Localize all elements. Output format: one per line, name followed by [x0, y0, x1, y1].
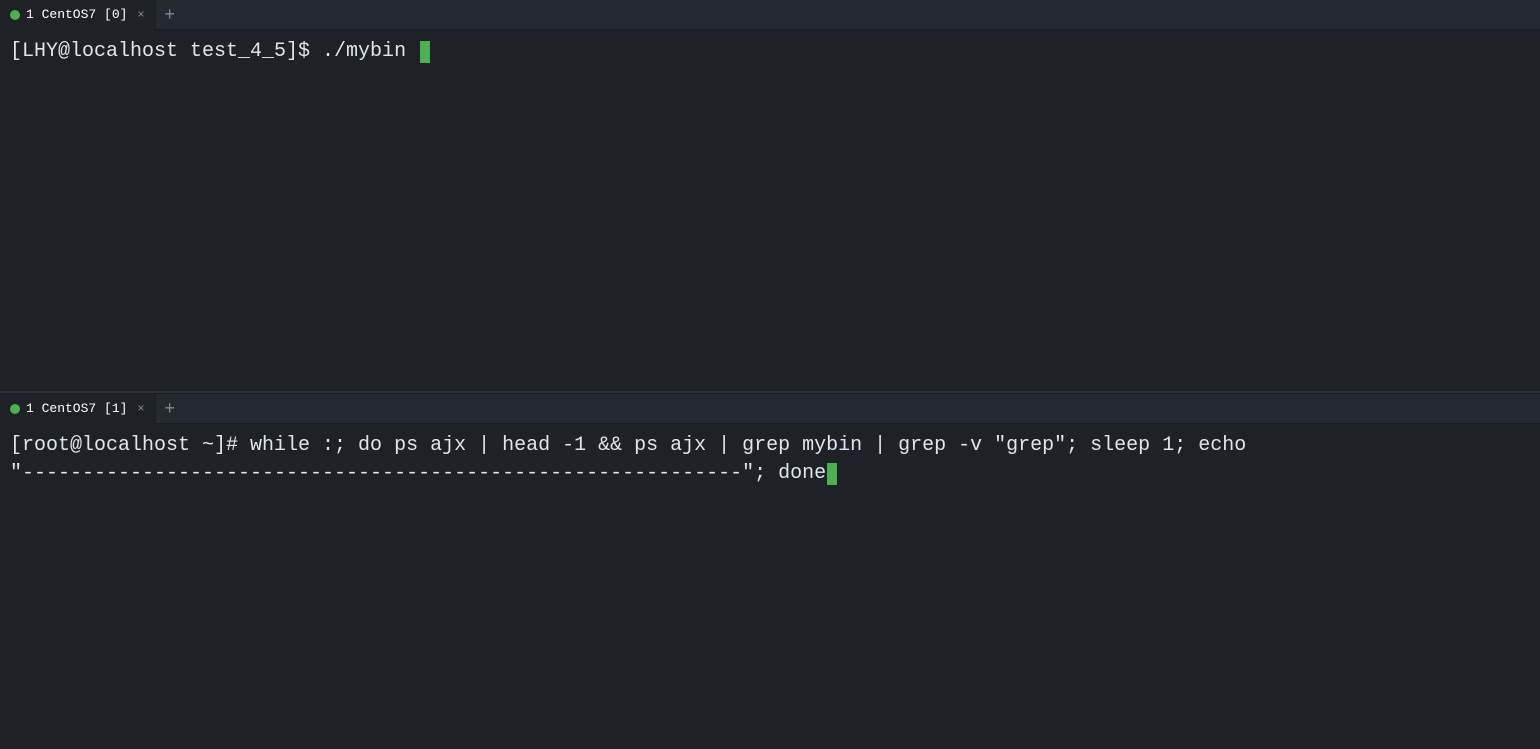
prompt-line-top: [LHY@localhost test_4_5]$ ./mybin [10, 38, 1530, 66]
tab-bottom-status-dot [10, 404, 20, 414]
terminal-command-line2: "---------------------------------------… [10, 460, 826, 488]
tab-top-close[interactable]: × [137, 9, 144, 21]
tab-bar-bottom: 1 CentOS7 [1] × + [0, 394, 1540, 424]
tab-top-add-button[interactable]: + [156, 0, 184, 30]
terminal-pane-bottom: 1 CentOS7 [1] × + [root@localhost ~]# wh… [0, 394, 1540, 749]
terminal-content-top[interactable]: [LHY@localhost test_4_5]$ ./mybin [0, 30, 1540, 390]
terminal-prompt-top: [LHY@localhost test_4_5]$ ./mybin [10, 38, 418, 66]
terminal-pane-top: 1 CentOS7 [0] × + [LHY@localhost test_4_… [0, 0, 1540, 390]
command-line-bottom-2: "---------------------------------------… [10, 460, 1530, 488]
tab-bottom-active[interactable]: 1 CentOS7 [1] × [0, 394, 156, 424]
terminal-content-bottom[interactable]: [root@localhost ~]# while :; do ps ajx |… [0, 424, 1540, 749]
tab-status-dot [10, 10, 20, 20]
tab-top-active[interactable]: 1 CentOS7 [0] × [0, 0, 156, 30]
terminal-command-line1: [root@localhost ~]# while :; do ps ajx |… [10, 432, 1246, 460]
tab-bar-top: 1 CentOS7 [0] × + [0, 0, 1540, 30]
tab-top-label: 1 CentOS7 [0] [26, 7, 127, 22]
tab-bottom-label: 1 CentOS7 [1] [26, 401, 127, 416]
cursor-top [420, 41, 430, 63]
tab-bottom-add-button[interactable]: + [156, 394, 184, 424]
cursor-bottom [827, 463, 837, 485]
command-line-bottom-1: [root@localhost ~]# while :; do ps ajx |… [10, 432, 1530, 460]
tab-bottom-close[interactable]: × [137, 403, 144, 415]
